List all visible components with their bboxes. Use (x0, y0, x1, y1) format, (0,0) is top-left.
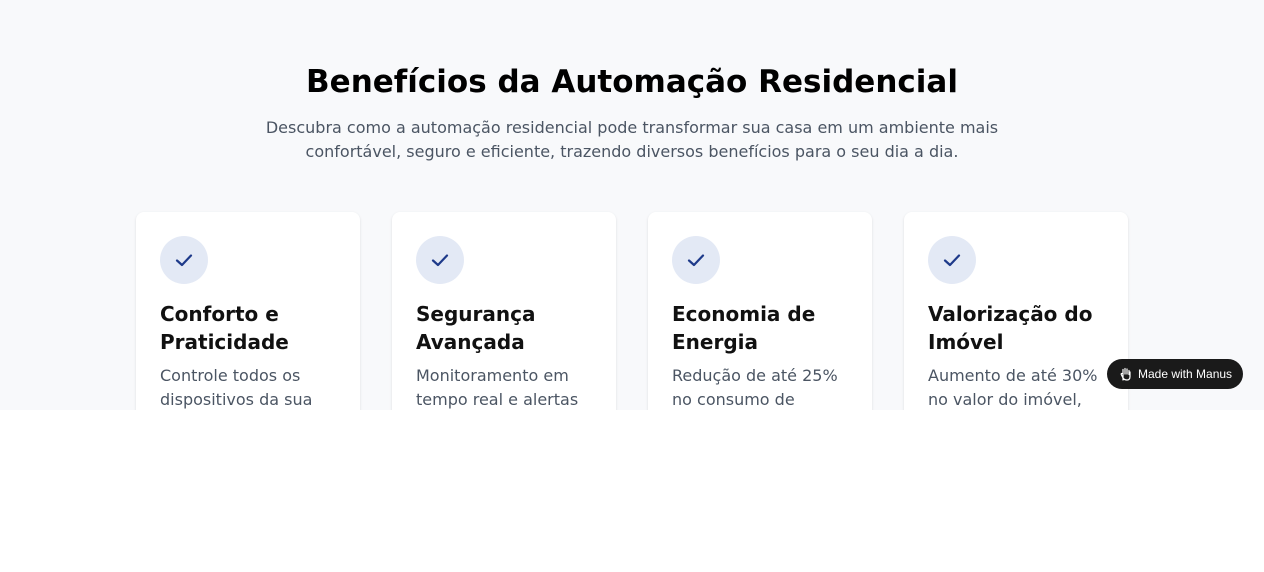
section-title: Benefícios da Automação Residencial (306, 64, 958, 100)
check-icon (672, 236, 720, 284)
badge-label: Made with Manus (1138, 367, 1233, 381)
benefit-card-energy: Economia de Energia Redução de até 25% n… (648, 212, 872, 410)
benefit-card-property-value: Valorização do Imóvel Aumento de até 30%… (904, 212, 1128, 410)
card-title: Segurança Avançada (416, 302, 536, 354)
benefit-card-security: Segurança Avançada Monitoramento em temp… (392, 212, 616, 410)
card-title: Conforto e Praticidade (160, 302, 289, 354)
card-title: Economia de Energia (672, 302, 816, 354)
benefits-section: Benefícios da Automação Residencial Desc… (0, 0, 1264, 410)
made-with-manus-badge[interactable]: Made with Manus (1107, 359, 1243, 389)
benefit-cards: Conforto e Praticidade Controle todos os… (136, 212, 1128, 410)
card-text: Monitoramento em tempo real e alertas (416, 366, 579, 409)
card-title: Valorização do Imóvel (928, 302, 1093, 354)
card-text: Controle todos os dispositivos da sua (160, 366, 313, 409)
manus-hand-icon (1119, 367, 1133, 381)
card-text: Redução de até 25% no consumo de (672, 366, 838, 409)
benefit-card-comfort: Conforto e Praticidade Controle todos os… (136, 212, 360, 410)
check-icon (160, 236, 208, 284)
section-subtitle: Descubra como a automação residencial po… (265, 118, 999, 161)
check-icon (416, 236, 464, 284)
check-icon (928, 236, 976, 284)
card-text: Aumento de até 30% no valor do imóvel, (928, 366, 1098, 409)
